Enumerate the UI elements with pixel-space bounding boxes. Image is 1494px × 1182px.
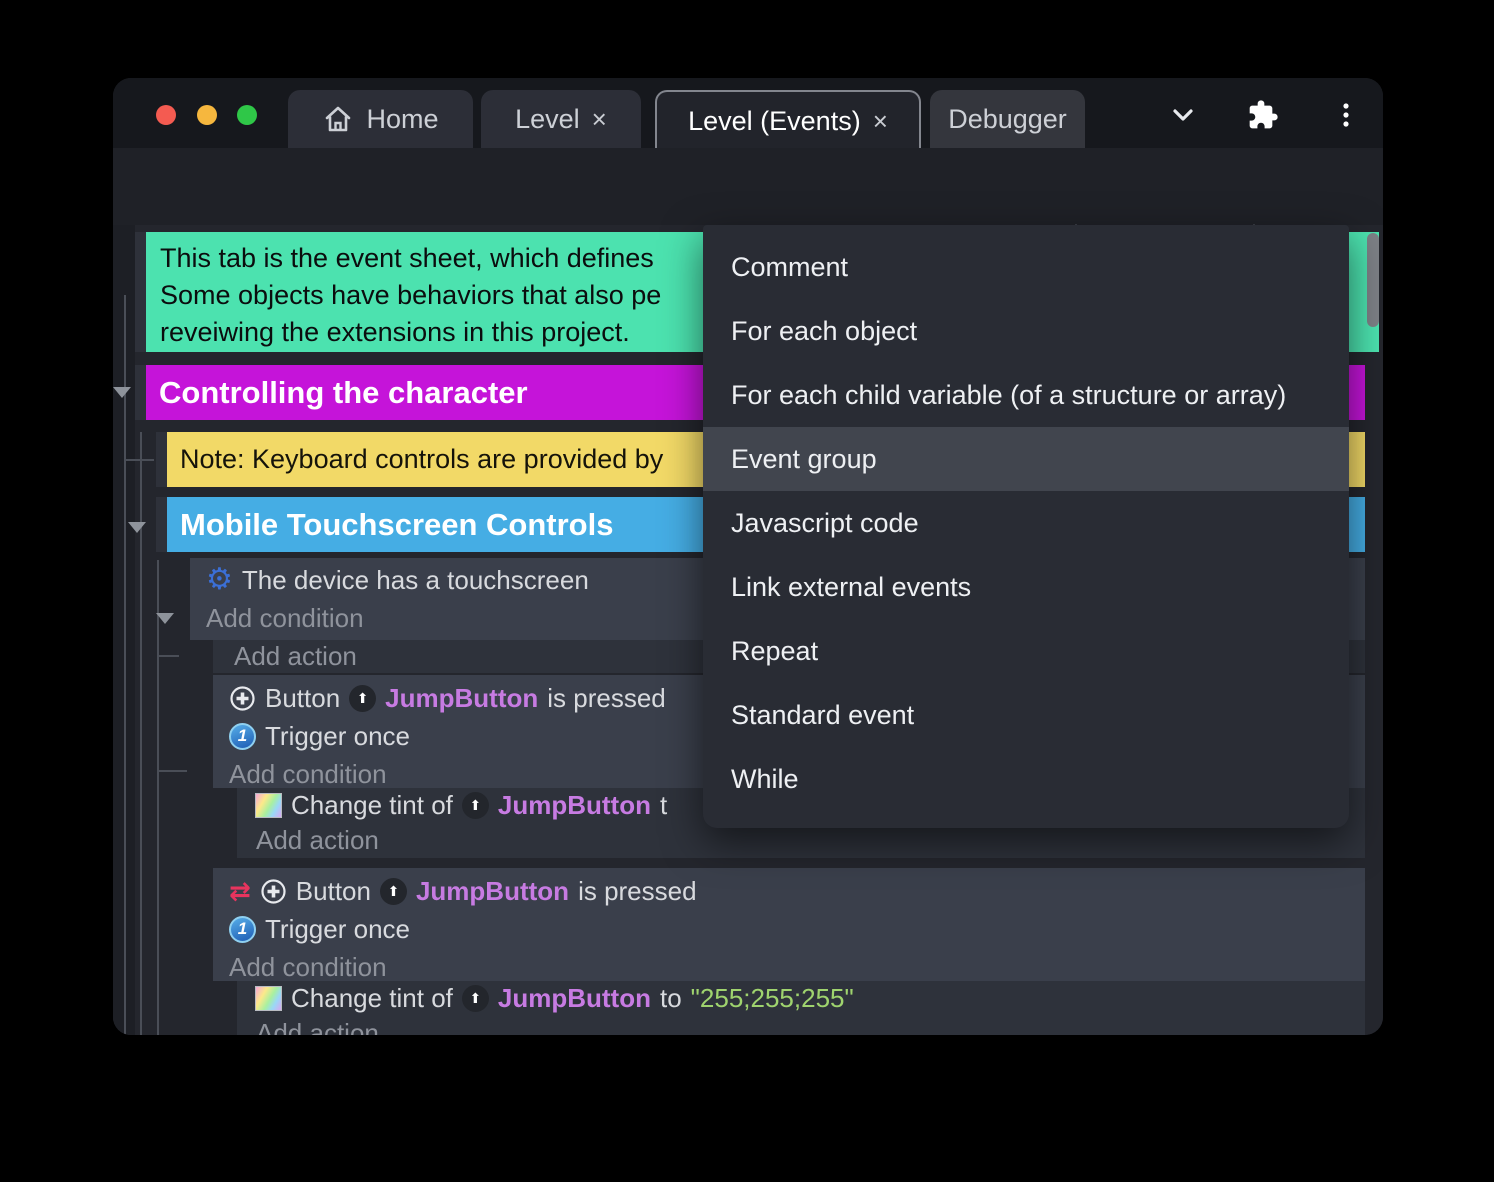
menu-item-for-each-child-variable[interactable]: For each child variable (of a structure … (703, 363, 1349, 427)
tab-debugger[interactable]: Debugger (930, 90, 1085, 148)
tree-guide-line (124, 295, 126, 1035)
collapse-triangle-icon[interactable] (113, 387, 131, 398)
condition-text: Trigger once (265, 913, 410, 944)
add-action-label: Add action (256, 1018, 379, 1035)
traffic-minimize-button[interactable] (197, 105, 217, 125)
object-name: JumpButton (385, 682, 539, 713)
note-text: Note: Keyboard controls are provided by (180, 444, 664, 474)
add-action-label: Add action (256, 825, 379, 855)
drag-handle[interactable] (135, 365, 146, 420)
object-name: JumpButton (415, 875, 570, 906)
condition-text: is pressed (547, 682, 666, 713)
vertical-scrollbar-thumb[interactable] (1367, 233, 1379, 327)
gamepad-button-icon (230, 685, 255, 711)
drag-handle[interactable] (156, 432, 167, 487)
chevron-down-icon (1173, 109, 1193, 121)
condition-text: is pressed (578, 875, 697, 906)
color-tint-icon (255, 986, 282, 1011)
action-text: Change tint of (291, 790, 453, 820)
collapse-triangle-icon[interactable] (156, 613, 174, 624)
kebab-menu-icon (1343, 103, 1349, 127)
tab-level[interactable]: Level × (481, 90, 641, 148)
menu-item-javascript-code[interactable]: Javascript code (703, 491, 1349, 555)
home-icon (326, 106, 351, 132)
tab-level-events-label: Level (Events) (688, 105, 861, 136)
tabs-dropdown-button[interactable] (1163, 95, 1203, 135)
add-event-context-menu: Comment For each object For each child v… (703, 225, 1349, 828)
menu-item-while[interactable]: While (703, 747, 1349, 811)
action-text: t (659, 790, 668, 820)
extensions-button[interactable] (1243, 95, 1283, 135)
menu-item-standard-event[interactable]: Standard event (703, 683, 1349, 747)
add-action-label: Add action (234, 641, 357, 671)
tab-level-label: Level (515, 103, 580, 134)
add-action-row[interactable]: Add action (237, 823, 1365, 858)
tree-guide-line (157, 560, 159, 1035)
jumpbutton-thumbnail-icon: ⬆ (349, 684, 377, 712)
group-title: Mobile Touchscreen Controls (180, 506, 614, 542)
close-icon[interactable]: × (873, 108, 888, 134)
desktop-background: Home Level × Level (Events) × Debugger T… (0, 0, 1494, 1182)
menu-item-link-external-events[interactable]: Link external events (703, 555, 1349, 619)
tab-level-events[interactable]: Level (Events) × (655, 90, 921, 150)
add-condition-link[interactable]: Add condition (213, 948, 1365, 982)
add-action-row[interactable]: Add action (237, 1016, 1365, 1035)
traffic-zoom-button[interactable] (237, 105, 257, 125)
add-condition-label: Add condition (206, 602, 364, 633)
action-text: to (659, 983, 682, 1013)
app-window: Home Level × Level (Events) × Debugger T… (113, 78, 1383, 1035)
object-name: JumpButton (497, 983, 651, 1013)
inverted-condition-icon: ⇄ (229, 876, 251, 906)
window-menu-button[interactable] (1326, 95, 1366, 135)
toolbar (113, 148, 1383, 290)
add-condition-label: Add condition (229, 758, 387, 789)
trigger-once-icon: 1 (229, 722, 256, 750)
group-title: Controlling the character (159, 374, 528, 410)
close-icon[interactable]: × (592, 106, 607, 132)
add-condition-label: Add condition (229, 951, 387, 982)
color-tint-icon (255, 793, 282, 818)
menu-item-comment[interactable]: Comment (703, 235, 1349, 299)
jumpbutton-thumbnail-icon: ⬆ (461, 792, 489, 819)
condition-text: Button (265, 682, 341, 713)
jumpbutton-thumbnail-icon: ⬆ (379, 877, 407, 905)
menu-item-for-each-object[interactable]: For each object (703, 299, 1349, 363)
gamepad-button-icon (261, 878, 286, 904)
tab-bar: Home Level × Level (Events) × Debugger (113, 78, 1383, 150)
menu-item-repeat[interactable]: Repeat (703, 619, 1349, 683)
gear-icon: ⚙ (206, 563, 233, 596)
condition-text: Button (295, 875, 371, 906)
drag-handle[interactable] (156, 497, 167, 552)
trigger-once-icon: 1 (229, 915, 256, 943)
tab-home[interactable]: Home (288, 90, 473, 148)
condition-text: Trigger once (265, 720, 410, 751)
object-name: JumpButton (497, 790, 651, 820)
tree-guide-connector (157, 770, 187, 772)
jumpbutton-thumbnail-icon: ⬆ (461, 985, 489, 1012)
tab-home-label: Home (366, 103, 439, 134)
drag-handle[interactable] (135, 232, 146, 352)
action-change-tint[interactable]: Change tint of ⬆ JumpButton to "255;255;… (237, 981, 1365, 1016)
traffic-close-button[interactable] (156, 105, 176, 125)
action-text: Change tint of (291, 983, 453, 1013)
tree-guide-connector (124, 459, 154, 461)
string-value: "255;255;255" (690, 983, 854, 1013)
menu-item-event-group[interactable]: Event group (703, 427, 1349, 491)
collapse-triangle-icon[interactable] (128, 522, 146, 533)
puzzle-piece-icon (1249, 100, 1278, 129)
tree-guide-connector (157, 655, 179, 657)
event-jumpbutton-not-pressed[interactable]: ⇄ Button ⬆ JumpButton is pressed 1 Trigg… (213, 868, 1365, 981)
tab-debugger-label: Debugger (948, 103, 1067, 134)
condition-text: The device has a touchscreen (241, 564, 589, 595)
